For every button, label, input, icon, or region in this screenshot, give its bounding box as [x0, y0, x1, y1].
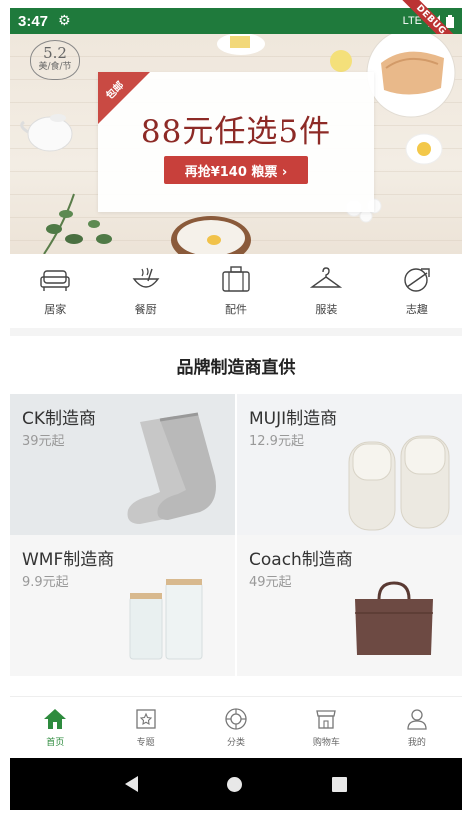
brand-price: 12.9元起 — [249, 434, 304, 449]
brand-name: WMF制造商 — [22, 550, 115, 570]
lemon-illustration — [330, 50, 352, 72]
nav-label: 购物车 — [312, 738, 340, 748]
category-label: 餐厨 — [134, 303, 157, 316]
slippers-image — [348, 435, 450, 531]
recent-apps-icon[interactable] — [332, 776, 348, 792]
brand-price: 9.9元起 — [22, 575, 69, 590]
section-title: 品牌制造商直供 — [10, 336, 462, 394]
nav-topic[interactable]: 专题 — [100, 697, 190, 758]
brand-tile-ck[interactable]: CK制造商 39元起 — [10, 394, 235, 535]
category-row: 居家 餐厨 配件 服装 志趣 — [10, 254, 462, 328]
status-time: 3:47 — [18, 12, 49, 30]
bottom-nav: 首页 专题 分类 购物车 我的 — [10, 696, 462, 758]
nav-cart[interactable]: 购物车 — [281, 697, 371, 758]
system-nav-bar — [10, 758, 462, 810]
profile-icon — [407, 709, 427, 730]
category-interests[interactable]: 志趣 — [372, 254, 462, 328]
category-accessories[interactable]: 配件 — [191, 254, 281, 328]
festival-badge-text: 美/食/节 — [38, 62, 72, 72]
home-icon — [44, 709, 67, 729]
app-screen: 3:47 ⚙ LTE DEBUG 5.2 美/食/节 包邮 88元任选5件 再抢… — [0, 0, 473, 818]
category-icon — [225, 708, 247, 730]
category-label: 志趣 — [405, 303, 428, 316]
topic-icon — [135, 709, 156, 729]
category-label: 居家 — [44, 303, 67, 316]
promo-card[interactable]: 包邮 88元任选5件 再抢¥140 粮票 › — [98, 72, 374, 212]
sofa-icon — [40, 270, 70, 291]
brand-name: MUJI制造商 — [249, 409, 338, 429]
egg-illustration — [405, 133, 443, 165]
nav-category[interactable]: 分类 — [191, 697, 281, 758]
canisters-image — [129, 579, 203, 660]
brand-price: 39元起 — [22, 434, 65, 449]
socks-image — [127, 412, 216, 524]
battery-icon — [446, 14, 454, 28]
flour-bowl-illustration — [171, 216, 251, 254]
category-label: 配件 — [225, 303, 248, 316]
category-label: 服装 — [315, 303, 338, 316]
festival-badge: 5.2 美/食/节 — [30, 40, 80, 80]
suitcase-icon — [222, 266, 250, 292]
brand-tile-muji[interactable]: MUJI制造商 12.9元起 — [237, 394, 462, 535]
back-icon[interactable] — [124, 776, 138, 792]
cart-icon — [316, 710, 337, 729]
category-home[interactable]: 居家 — [10, 254, 100, 328]
brand-price: 49元起 — [249, 575, 292, 590]
brand-name: Coach制造商 — [249, 550, 353, 570]
teapot-illustration — [20, 114, 73, 152]
nav-label: 分类 — [227, 738, 246, 748]
brand-grid: CK制造商 39元起 MUJI制造商 12.9元起 WMF制造商 9.9元起 C… — [10, 394, 462, 676]
brand-tile-coach[interactable]: Coach制造商 49元起 — [237, 535, 462, 676]
nav-home[interactable]: 首页 — [10, 697, 100, 758]
brand-tile-wmf[interactable]: WMF制造商 9.9元起 — [10, 535, 235, 676]
gear-icon: ⚙ — [58, 13, 71, 29]
festival-badge-date: 5.2 — [43, 44, 67, 62]
nav-label: 我的 — [407, 738, 426, 748]
nav-label: 专题 — [136, 738, 155, 748]
handbag-image — [355, 581, 433, 655]
category-kitchen[interactable]: 餐厨 — [100, 254, 190, 328]
category-apparel[interactable]: 服装 — [281, 254, 371, 328]
brand-name: CK制造商 — [22, 409, 97, 429]
home-circle-icon[interactable] — [227, 776, 243, 792]
promo-cta-button[interactable]: 再抢¥140 粮票 › — [164, 156, 308, 184]
hanger-icon — [310, 267, 343, 288]
butter-illustration — [217, 34, 265, 55]
status-bar: 3:47 ⚙ LTE DEBUG — [10, 0, 462, 51]
nav-profile[interactable]: 我的 — [372, 697, 462, 758]
nav-label: 首页 — [46, 738, 65, 748]
promo-headline: 88元任选5件 — [140, 114, 332, 150]
section-divider — [10, 328, 462, 336]
cookware-icon — [132, 267, 160, 288]
promo-banner[interactable]: 5.2 美/食/节 包邮 88元任选5件 再抢¥140 粮票 › — [10, 34, 462, 254]
interest-icon — [404, 268, 430, 292]
